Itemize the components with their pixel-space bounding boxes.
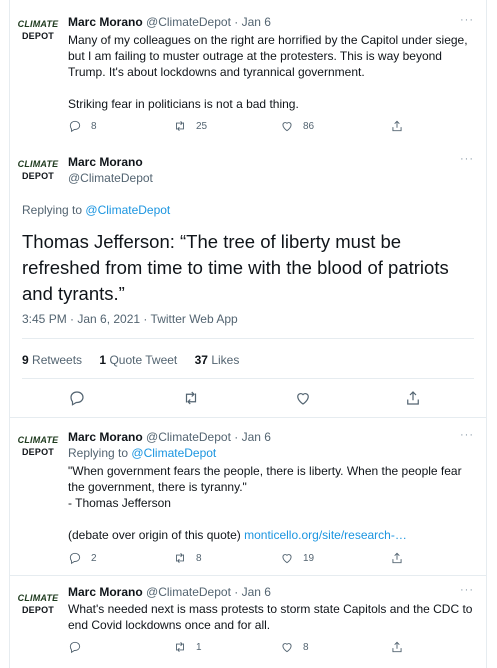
retweet-button[interactable]: 25 <box>173 119 280 133</box>
divider <box>10 575 486 576</box>
divider <box>10 417 486 418</box>
retweets-stat[interactable]: 9 Retweets <box>22 353 82 367</box>
reply-button[interactable] <box>68 389 182 407</box>
timeline: CLIMATE DEPOT Marc Morano @ClimateDepot … <box>9 0 487 668</box>
tweet-timestamp[interactable]: 3:45 PM · Jan 6, 2021 · Twitter Web App <box>22 312 238 326</box>
like-icon <box>297 393 309 405</box>
like-icon <box>282 122 292 132</box>
avatar[interactable]: CLIMATE DEPOT <box>18 156 59 184</box>
like-button[interactable] <box>294 389 404 407</box>
like-button[interactable]: 86 <box>280 119 390 133</box>
tweet-actions: 2 8 19 <box>68 551 404 565</box>
avatar[interactable]: CLIMATE DEPOT <box>18 432 59 460</box>
share-icon <box>407 391 419 405</box>
tweet-text: What's needed next is mass protests to s… <box>68 602 473 632</box>
more-options-icon[interactable]: ··· <box>460 584 474 596</box>
reply-icon <box>69 120 81 133</box>
replying-to-link[interactable]: @ClimateDepot <box>131 446 216 460</box>
divider <box>22 338 474 339</box>
replying-to: Replying to @ClimateDepot <box>68 446 217 460</box>
retweet-icon <box>185 391 197 405</box>
share-icon <box>392 641 402 653</box>
tweet-stats: 9 Retweets 1 Quote Tweet 37 Likes <box>22 353 239 367</box>
handle-date[interactable]: @ClimateDepot · Jan 6 <box>146 585 271 599</box>
reply-button[interactable]: 8 <box>68 119 173 133</box>
tweet-text: Many of my colleagues on the right are h… <box>68 33 468 111</box>
more-options-icon[interactable]: ··· <box>460 14 474 26</box>
avatar[interactable]: CLIMATE DEPOT <box>18 16 59 44</box>
likes-stat[interactable]: 37 Likes <box>195 353 240 367</box>
more-options-icon[interactable]: ··· <box>460 153 474 165</box>
tweet-actions: 8 25 86 <box>68 119 404 133</box>
retweet-icon <box>176 121 184 131</box>
reply-icon <box>69 641 81 654</box>
more-options-icon[interactable]: ··· <box>460 429 474 441</box>
author-name[interactable]: Marc Morano <box>68 155 143 169</box>
retweet-icon <box>176 642 184 652</box>
like-button[interactable]: 8 <box>280 640 390 654</box>
reply-icon <box>70 391 84 406</box>
author-name[interactable]: Marc Morano <box>68 430 143 444</box>
share-button[interactable] <box>390 119 404 133</box>
retweet-button[interactable]: 1 <box>173 640 280 654</box>
like-icon <box>282 554 292 564</box>
tweet-text: Thomas Jefferson: “The tree of liberty m… <box>22 231 449 304</box>
share-button[interactable] <box>390 551 404 565</box>
share-button[interactable] <box>390 640 404 654</box>
author-handle[interactable]: @ClimateDepot <box>68 171 153 185</box>
retweet-button[interactable] <box>182 389 294 407</box>
retweet-icon <box>176 553 184 563</box>
replying-to-link[interactable]: @ClimateDepot <box>85 203 170 217</box>
tweet-text: "When government fears the people, there… <box>68 464 462 542</box>
author-name[interactable]: Marc Morano <box>68 585 143 599</box>
like-icon <box>282 643 292 653</box>
handle-date[interactable]: @ClimateDepot · Jan 6 <box>146 15 271 29</box>
tweet-actions: 1 8 <box>68 640 404 654</box>
tweet-link[interactable]: monticello.org/site/research-… <box>244 528 407 542</box>
share-icon <box>392 552 402 564</box>
handle-date[interactable]: @ClimateDepot · Jan 6 <box>146 430 271 444</box>
avatar[interactable]: CLIMATE DEPOT <box>18 590 59 618</box>
reply-icon <box>69 552 81 565</box>
share-icon <box>392 120 402 132</box>
reply-button[interactable] <box>68 640 173 654</box>
tweet-actions <box>68 389 422 407</box>
retweet-button[interactable]: 8 <box>173 551 280 565</box>
quote-tweets-stat[interactable]: 1 Quote Tweet <box>99 353 177 367</box>
author-name[interactable]: Marc Morano <box>68 15 143 29</box>
divider <box>22 378 474 379</box>
share-button[interactable] <box>404 389 422 407</box>
replying-to: Replying to @ClimateDepot <box>22 203 171 217</box>
like-button[interactable]: 19 <box>280 551 390 565</box>
reply-button[interactable]: 2 <box>68 551 173 565</box>
